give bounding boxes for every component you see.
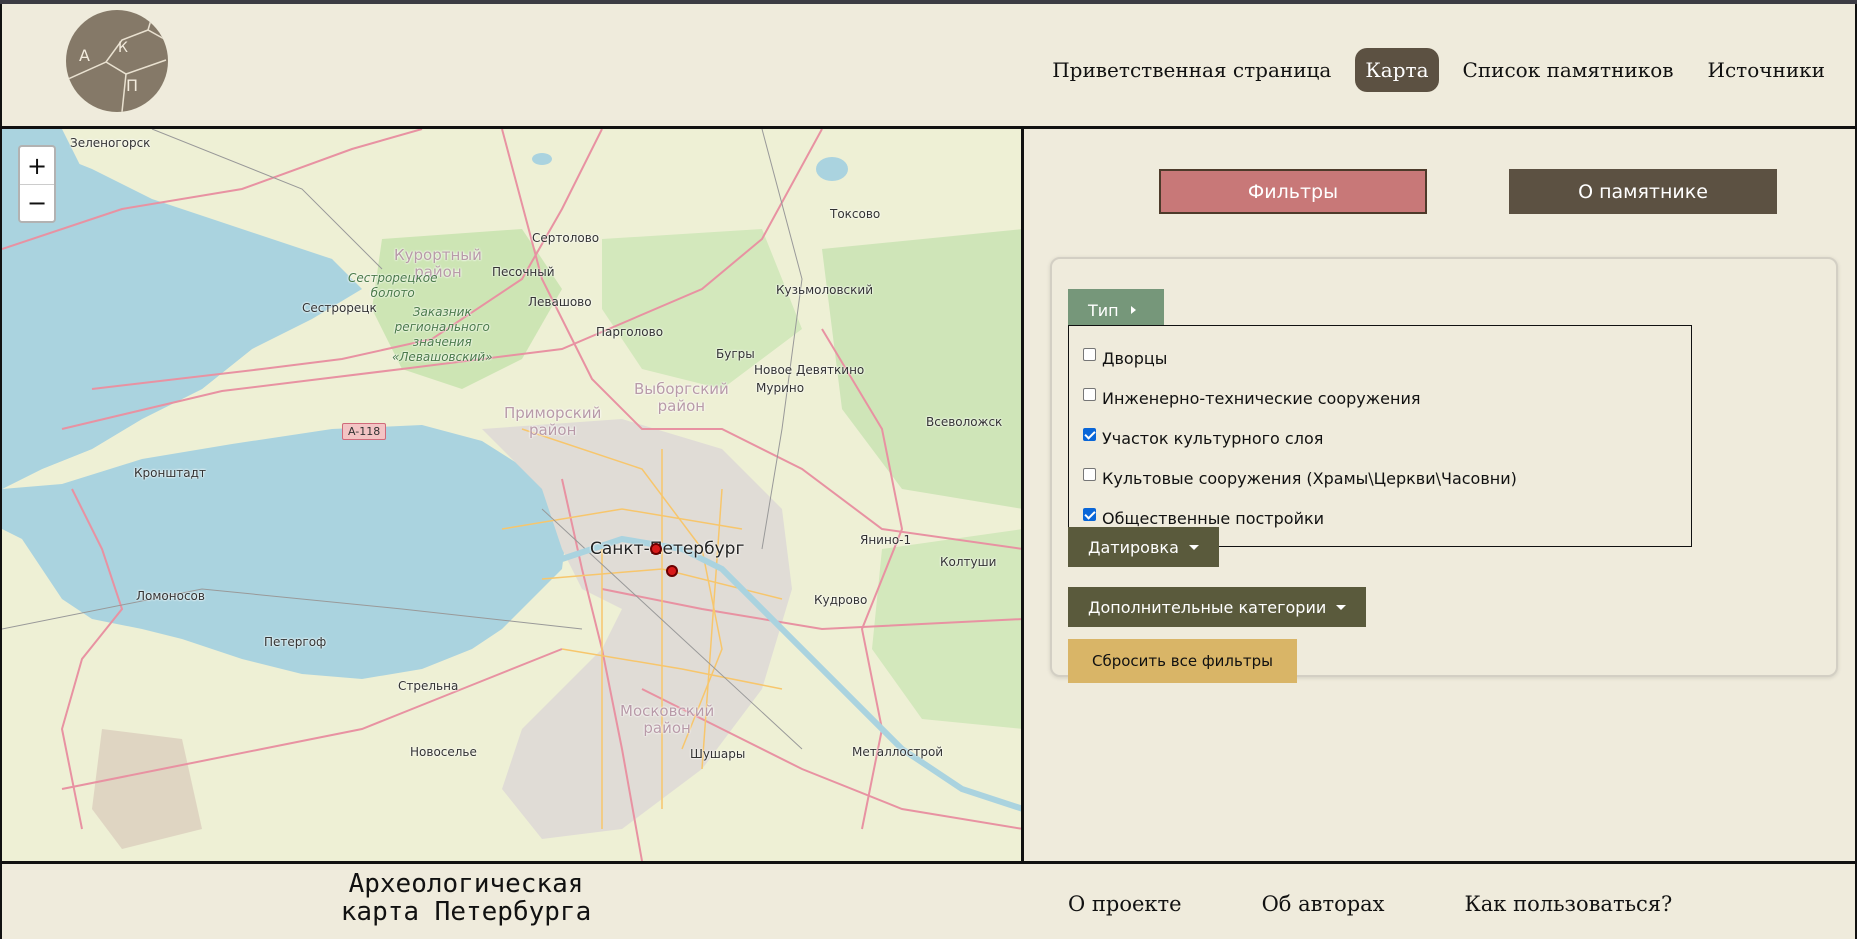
map-label-pesochny: Песочный	[492, 265, 555, 279]
nav-monuments-list[interactable]: Список памятников	[1453, 48, 1684, 92]
footer-link-authors[interactable]: Об авторах	[1262, 892, 1385, 916]
type-option[interactable]: Культовые сооружения (Храмы\Церкви\Часов…	[1069, 458, 1691, 498]
type-option[interactable]: Инженерно-технические сооружения	[1069, 378, 1691, 418]
extra-categories-dropdown[interactable]: Дополнительные категории	[1068, 587, 1367, 627]
map-view[interactable]: + − A-118 Зеленогорск Токсово Сертолово …	[0, 129, 1021, 861]
site-footer: Археологическая карта Петербурга О проек…	[0, 864, 1857, 939]
logo-letter-a: А	[79, 46, 90, 65]
road-badge: A-118	[342, 423, 387, 440]
site-logo[interactable]: А К П	[66, 10, 168, 112]
map-label-vsevolozhsk: Всеволожск	[926, 415, 1003, 429]
filters-panel: Тип Дворцы Инженерно-технические сооруже…	[1050, 257, 1838, 683]
zoom-out-button[interactable]: −	[20, 184, 54, 221]
chevron-down-icon	[1188, 544, 1199, 550]
map-label-pargolovo: Парголово	[596, 325, 664, 339]
map-label-sestroretskoe: Сестрорецкое болото	[348, 271, 438, 300]
dating-label: Датировка	[1088, 537, 1179, 557]
checkbox-engineering[interactable]	[1083, 387, 1096, 401]
map-label-toksovo: Токсово	[830, 207, 881, 221]
tab-filters[interactable]: Фильтры	[1159, 169, 1427, 214]
caret-right-icon	[1130, 306, 1136, 314]
map-label-zakaznik: Заказник регионального значения «Левашов…	[392, 305, 493, 364]
nav-map[interactable]: Карта	[1355, 48, 1439, 92]
map-label-moskovsky: Московский район	[620, 702, 715, 737]
type-filter-label: Тип	[1088, 300, 1119, 320]
option-label: Культовые сооружения (Храмы\Церкви\Часов…	[1102, 468, 1517, 488]
map-label-novoe-devyatkino: Новое Девяткино	[754, 363, 865, 377]
map-label-strelna: Стрельна	[398, 679, 459, 693]
map-label-bugry: Бугры	[716, 347, 755, 361]
map-label-murino: Мурино	[756, 381, 805, 395]
nav-sources[interactable]: Источники	[1698, 48, 1835, 92]
map-label-yanino: Янино-1	[860, 533, 912, 547]
side-panel: Фильтры О памятнике Тип Дворцы Инженерно…	[1024, 129, 1857, 861]
zoom-control: + −	[18, 145, 56, 223]
monument-marker[interactable]	[666, 565, 678, 577]
map-label-kuzmolovsky: Кузьмоловский	[776, 283, 873, 297]
map-label-petergof: Петергоф	[264, 635, 327, 649]
checkbox-cultural-layer[interactable]	[1083, 427, 1096, 441]
type-option[interactable]: Участок культурного слоя	[1069, 418, 1691, 458]
map-label-vyborgsky: Выборгский район	[634, 380, 729, 415]
map-label-kudrovo: Кудрово	[814, 593, 868, 607]
tab-about-monument[interactable]: О памятнике	[1509, 169, 1777, 214]
map-label-spb: Санкт-Петербург	[590, 539, 745, 559]
site-header: А К П Приветственная страница Карта Спис…	[0, 4, 1857, 126]
logo-letter-p: П	[126, 76, 139, 95]
extra-categories-label: Дополнительные категории	[1088, 597, 1327, 617]
zoom-in-button[interactable]: +	[20, 147, 54, 184]
map-label-koltushi: Колтуши	[940, 555, 997, 569]
map-label-sestroretsk: Сестрорецк	[302, 301, 377, 315]
main-nav: Приветственная страница Карта Список пам…	[1042, 48, 1835, 92]
map-label-levashovo: Левашово	[528, 295, 592, 309]
checkbox-public-buildings[interactable]	[1083, 507, 1096, 521]
option-label: Инженерно-технические сооружения	[1102, 388, 1421, 408]
checkbox-palaces[interactable]	[1083, 347, 1096, 361]
option-label: Участок культурного слоя	[1102, 428, 1324, 448]
footer-links: О проекте Об авторах Как пользоваться?	[1068, 892, 1672, 916]
footer-link-how-to-use[interactable]: Как пользоваться?	[1465, 892, 1673, 916]
chevron-down-icon	[1336, 604, 1347, 610]
map-label-shushary: Шушары	[690, 747, 746, 761]
map-label-sertolovo: Сертолово	[532, 231, 600, 245]
map-label-novoselye: Новоселье	[410, 745, 477, 759]
map-label-kronshtadt: Кронштадт	[134, 466, 206, 480]
footer-title: Археологическая карта Петербурга	[340, 869, 592, 927]
type-option[interactable]: Дворцы	[1069, 338, 1691, 378]
reset-filters-button[interactable]: Сбросить все фильтры	[1068, 639, 1297, 683]
option-label: Общественные постройки	[1102, 508, 1325, 528]
type-options-list: Дворцы Инженерно-технические сооружения …	[1068, 325, 1692, 547]
monument-marker[interactable]	[650, 543, 662, 555]
option-label: Дворцы	[1102, 348, 1168, 368]
map-label-metallostroy: Металлострой	[852, 745, 944, 759]
nav-welcome[interactable]: Приветственная страница	[1042, 48, 1341, 92]
dating-dropdown[interactable]: Датировка	[1068, 527, 1219, 567]
map-label-lomonosov: Ломоносов	[136, 589, 205, 603]
map-label-zelenogorsk: Зеленогорск	[70, 136, 151, 150]
footer-link-about-project[interactable]: О проекте	[1068, 892, 1182, 916]
map-label-primorsky: Приморский район	[504, 404, 602, 439]
logo-letter-k: К	[118, 40, 128, 56]
checkbox-religious[interactable]	[1083, 467, 1096, 481]
